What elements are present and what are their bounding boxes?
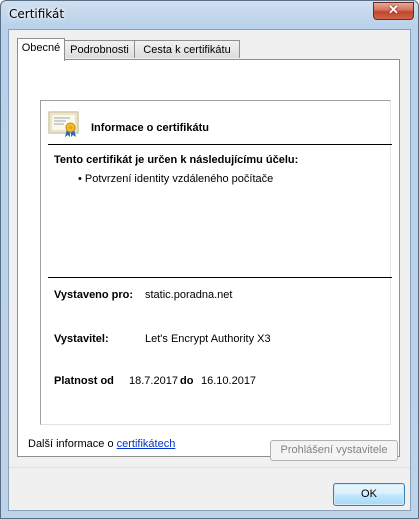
issuer-statement-button[interactable]: Prohlášení vystavitele	[270, 440, 398, 461]
divider-top	[48, 144, 392, 145]
valid-to: 16.10.2017	[201, 375, 257, 387]
more-info-text: Další informace o certifikátech	[28, 438, 175, 450]
close-button[interactable]: ✕	[373, 2, 414, 20]
title-bar[interactable]: Certifikát ✕	[1, 1, 418, 29]
ok-button[interactable]: OK	[333, 483, 405, 506]
certificate-info-box: Informace o certifikátu Tento certifikát…	[40, 100, 392, 425]
valid-from: 18.7.2017	[129, 375, 178, 387]
more-info-prefix: Další informace o	[28, 438, 117, 450]
tab-certification-path[interactable]: Cesta k certifikátu	[134, 40, 240, 58]
tab-general[interactable]: Obecné	[17, 38, 65, 61]
certificate-dialog: Certifikát ✕ Obecné Podrobnosti Cesta k …	[0, 0, 419, 519]
close-icon: ✕	[388, 2, 399, 17]
purpose-item: • Potvrzení identity vzdáleného počítače	[78, 173, 274, 185]
issuer-label: Vystavitel:	[54, 333, 109, 345]
issuer-value: Let's Encrypt Authority X3	[145, 333, 271, 345]
purpose-heading: Tento certifikát je určen k následujícím…	[54, 154, 299, 166]
issued-to-value: static.poradna.net	[145, 289, 233, 301]
certificates-link[interactable]: certifikátech	[117, 438, 176, 450]
certificate-icon	[48, 111, 79, 137]
info-title: Informace o certifikátu	[91, 122, 209, 134]
footer-divider	[9, 467, 410, 468]
validity-label: Platnost od	[54, 375, 114, 387]
dialog-client-area: Obecné Podrobnosti Cesta k certifikátu I…	[8, 29, 411, 511]
divider-bottom	[48, 277, 392, 278]
window-title: Certifikát	[9, 7, 65, 21]
tab-details[interactable]: Podrobnosti	[64, 40, 135, 58]
tab-panel-general: Informace o certifikátu Tento certifikát…	[17, 59, 400, 461]
validity-to-label: do	[180, 375, 194, 387]
issued-to-label: Vystaveno pro:	[54, 289, 134, 301]
